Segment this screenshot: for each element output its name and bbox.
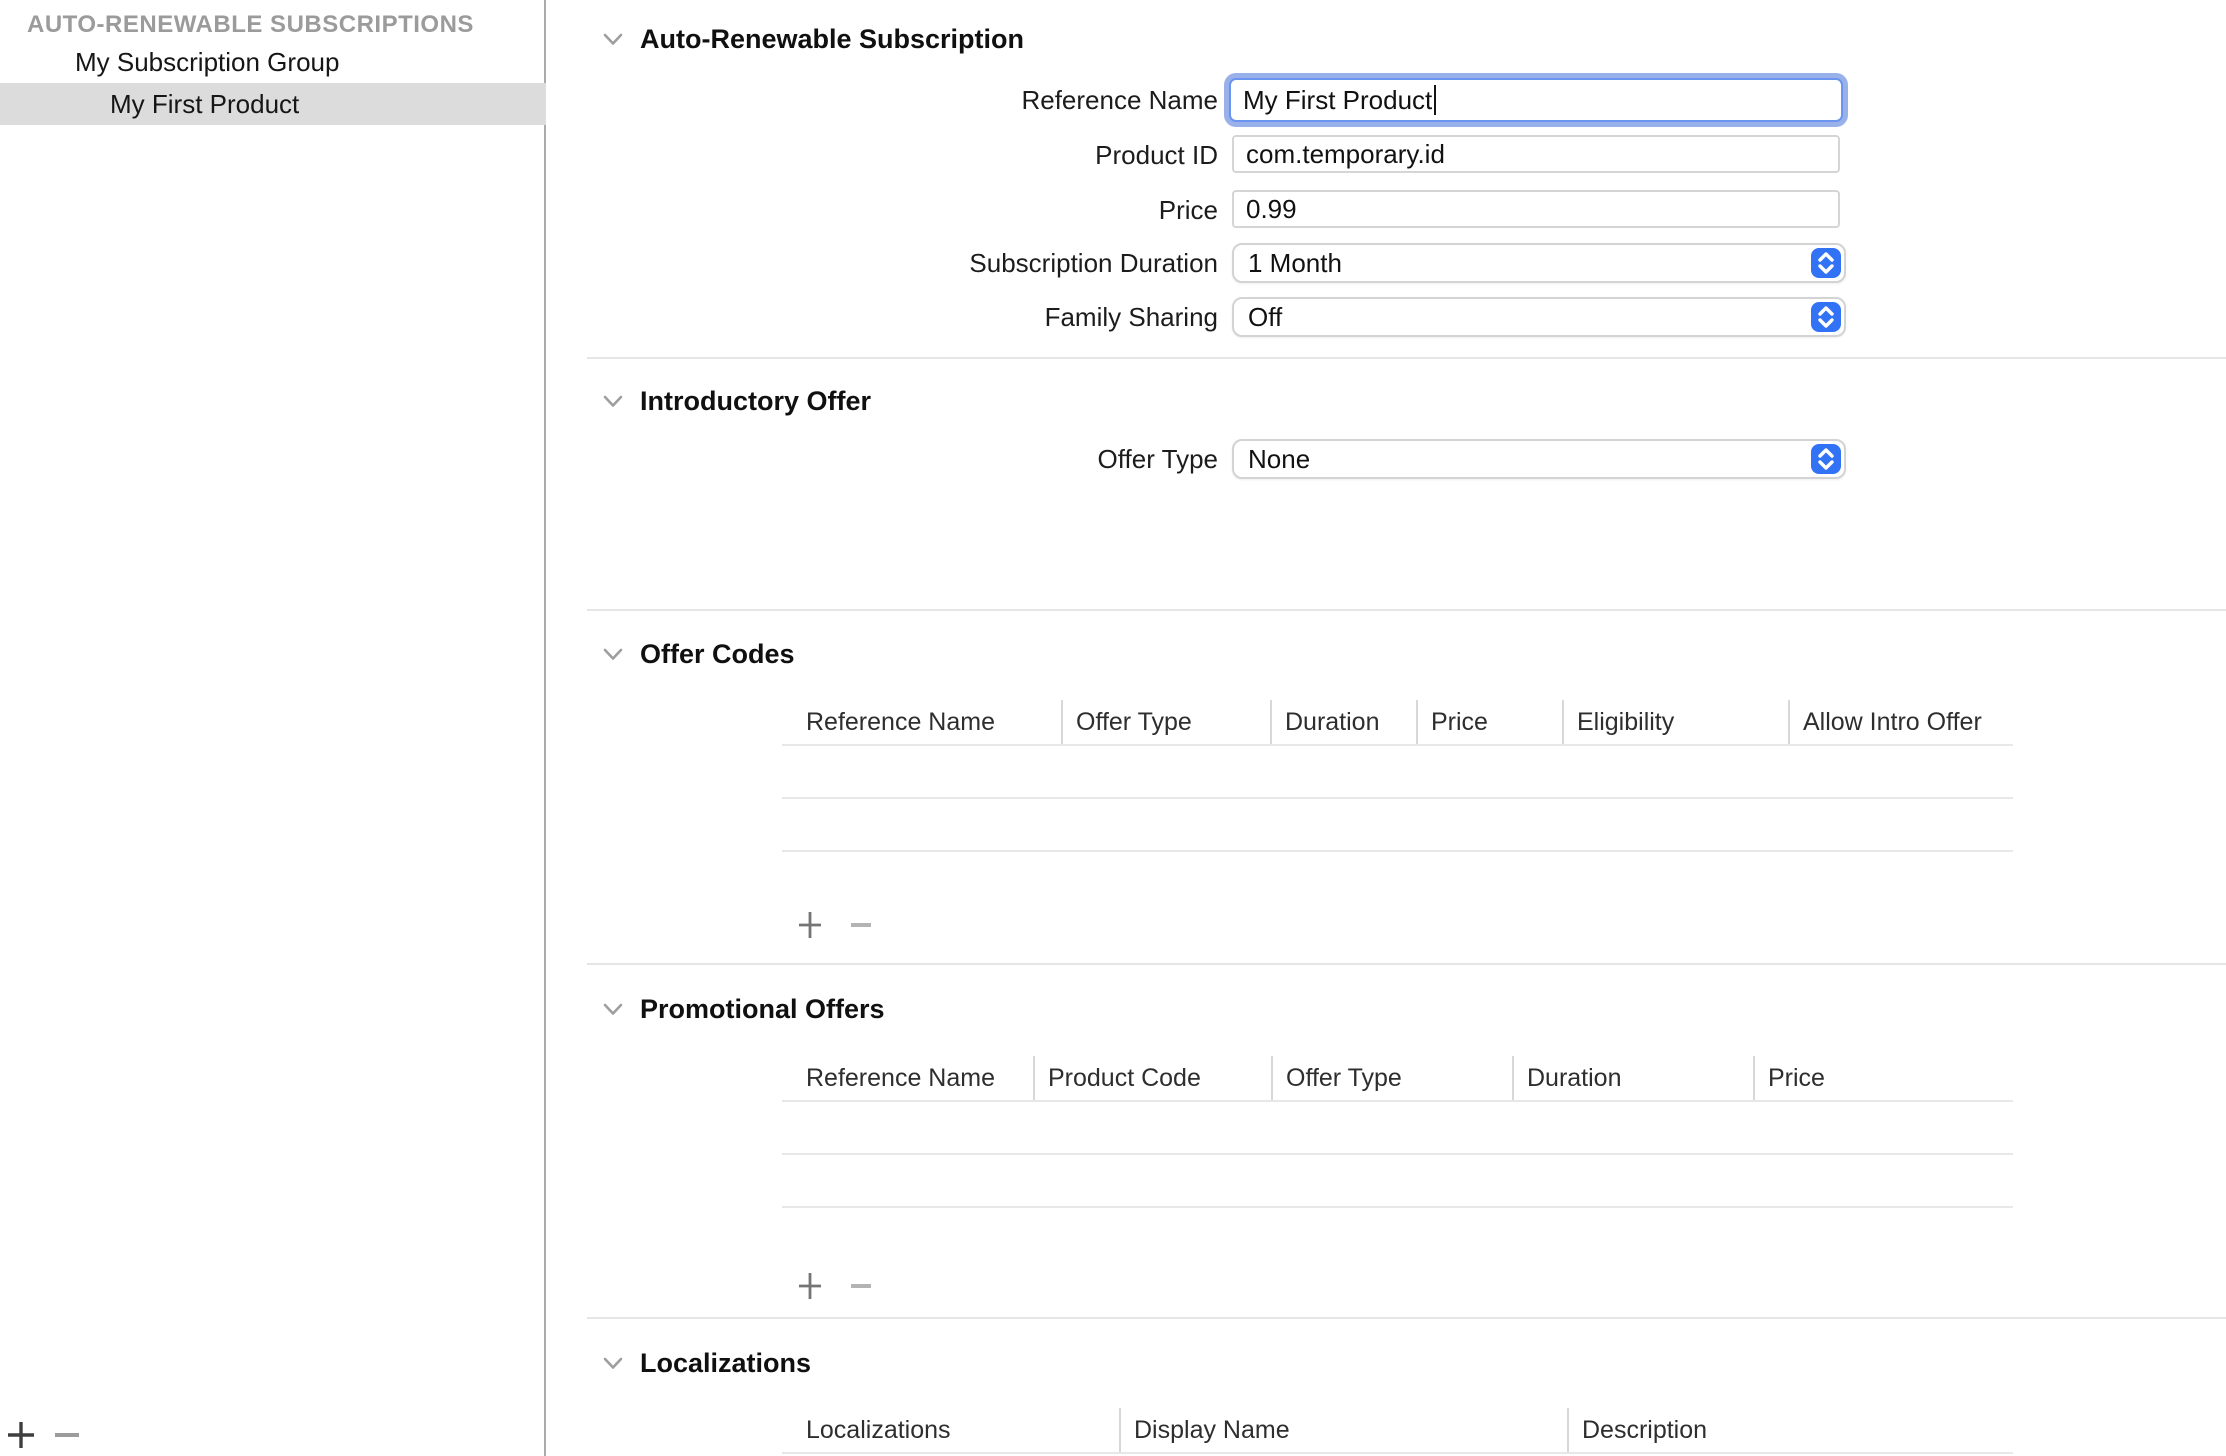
column-header[interactable]: Localizations bbox=[782, 1408, 1119, 1452]
column-header[interactable]: Duration bbox=[1270, 700, 1416, 744]
offer-codes-remove-button[interactable] bbox=[841, 905, 881, 945]
table-row bbox=[782, 1102, 2013, 1155]
section-header-subscription: Auto-Renewable Subscription bbox=[602, 24, 1024, 54]
section-header-promotional-offers: Promotional Offers bbox=[602, 994, 885, 1024]
product-id-input[interactable] bbox=[1232, 135, 1840, 173]
reference-name-label: Reference Name bbox=[550, 80, 1218, 120]
promotional-offers-table-body bbox=[782, 1100, 2013, 1208]
sidebar-remove-button[interactable] bbox=[48, 1416, 86, 1454]
disclosure-chevron-icon[interactable] bbox=[602, 647, 624, 662]
column-header[interactable]: Display Name bbox=[1119, 1408, 1567, 1452]
section-title-offer-codes: Offer Codes bbox=[640, 639, 795, 670]
text-cursor bbox=[1434, 85, 1436, 115]
section-header-localizations: Localizations bbox=[602, 1348, 811, 1378]
offer-type-value: None bbox=[1248, 441, 1310, 477]
minus-icon bbox=[52, 1420, 82, 1450]
disclosure-chevron-icon[interactable] bbox=[602, 1002, 624, 1017]
reference-name-input[interactable]: My First Product bbox=[1229, 78, 1843, 122]
family-sharing-value: Off bbox=[1248, 299, 1282, 335]
promotional-offers-add-button[interactable] bbox=[790, 1266, 830, 1306]
plus-icon bbox=[796, 911, 824, 939]
section-divider bbox=[587, 609, 2226, 611]
column-header[interactable]: Offer Type bbox=[1061, 700, 1270, 744]
offer-codes-table: Reference Name Offer Type Duration Price… bbox=[782, 700, 2013, 852]
offer-type-popup[interactable]: None bbox=[1232, 439, 1846, 479]
family-sharing-popup[interactable]: Off bbox=[1232, 297, 1846, 337]
product-id-label: Product ID bbox=[550, 135, 1218, 175]
offer-codes-table-header: Reference Name Offer Type Duration Price… bbox=[782, 700, 2013, 744]
section-divider bbox=[587, 357, 2226, 359]
reference-name-focus-ring: My First Product bbox=[1224, 73, 1848, 127]
offer-codes-actions bbox=[790, 905, 910, 945]
disclosure-chevron-icon[interactable] bbox=[602, 1356, 624, 1371]
disclosure-chevron-icon[interactable] bbox=[602, 394, 624, 409]
column-header[interactable]: Reference Name bbox=[782, 700, 1061, 744]
subscription-duration-popup[interactable]: 1 Month bbox=[1232, 243, 1846, 283]
offer-type-label: Offer Type bbox=[550, 439, 1218, 479]
localizations-table-header: Localizations Display Name Description bbox=[782, 1408, 2013, 1452]
sidebar-section-label: AUTO-RENEWABLE SUBSCRIPTIONS bbox=[27, 11, 474, 39]
section-header-offer-codes: Offer Codes bbox=[602, 639, 795, 669]
table-row bbox=[782, 746, 2013, 799]
column-header[interactable]: Offer Type bbox=[1271, 1056, 1512, 1100]
sidebar-item-first-product[interactable]: My First Product bbox=[0, 83, 546, 125]
table-row bbox=[782, 799, 2013, 852]
family-sharing-label: Family Sharing bbox=[550, 297, 1218, 337]
subscription-duration-value: 1 Month bbox=[1248, 245, 1342, 281]
offer-codes-table-body bbox=[782, 744, 2013, 852]
subscription-duration-label: Subscription Duration bbox=[550, 243, 1218, 283]
localizations-table-body bbox=[782, 1452, 2013, 1456]
sidebar-item-subscription-group[interactable]: My Subscription Group bbox=[0, 47, 546, 77]
plus-icon bbox=[6, 1420, 36, 1450]
disclosure-chevron-icon[interactable] bbox=[602, 32, 624, 47]
minus-icon bbox=[847, 911, 875, 939]
price-label: Price bbox=[550, 190, 1218, 230]
column-header[interactable]: Reference Name bbox=[782, 1056, 1033, 1100]
promotional-offers-actions bbox=[790, 1266, 910, 1306]
section-divider bbox=[587, 1317, 2226, 1319]
minus-icon bbox=[847, 1272, 875, 1300]
section-title-subscription: Auto-Renewable Subscription bbox=[640, 24, 1024, 55]
column-header[interactable]: Description bbox=[1567, 1408, 2013, 1452]
column-header[interactable]: Price bbox=[1416, 700, 1562, 744]
price-input[interactable] bbox=[1232, 190, 1840, 228]
promotional-offers-table: Reference Name Product Code Offer Type D… bbox=[782, 1056, 2013, 1208]
section-title-localizations: Localizations bbox=[640, 1348, 811, 1379]
column-header[interactable]: Allow Intro Offer bbox=[1788, 700, 2013, 744]
promotional-offers-remove-button[interactable] bbox=[841, 1266, 881, 1306]
sidebar-add-button[interactable] bbox=[2, 1416, 40, 1454]
table-row bbox=[782, 1155, 2013, 1208]
promotional-offers-table-header: Reference Name Product Code Offer Type D… bbox=[782, 1056, 2013, 1100]
column-header[interactable]: Duration bbox=[1512, 1056, 1753, 1100]
localizations-table: Localizations Display Name Description bbox=[782, 1408, 2013, 1456]
plus-icon bbox=[796, 1272, 824, 1300]
column-header[interactable]: Eligibility bbox=[1562, 700, 1788, 744]
popup-stepper-icon bbox=[1811, 248, 1841, 278]
column-header[interactable]: Product Code bbox=[1033, 1056, 1271, 1100]
popup-stepper-icon bbox=[1811, 444, 1841, 474]
popup-stepper-icon bbox=[1811, 302, 1841, 332]
sidebar-actions bbox=[0, 1414, 546, 1456]
offer-codes-add-button[interactable] bbox=[790, 905, 830, 945]
section-title-promotional-offers: Promotional Offers bbox=[640, 994, 885, 1025]
section-divider bbox=[587, 963, 2226, 965]
reference-name-value: My First Product bbox=[1243, 85, 1432, 116]
section-header-introductory-offer: Introductory Offer bbox=[602, 386, 871, 416]
column-header[interactable]: Price bbox=[1753, 1056, 2013, 1100]
sidebar: AUTO-RENEWABLE SUBSCRIPTIONS My Subscrip… bbox=[0, 0, 546, 1456]
section-title-introductory-offer: Introductory Offer bbox=[640, 386, 871, 417]
